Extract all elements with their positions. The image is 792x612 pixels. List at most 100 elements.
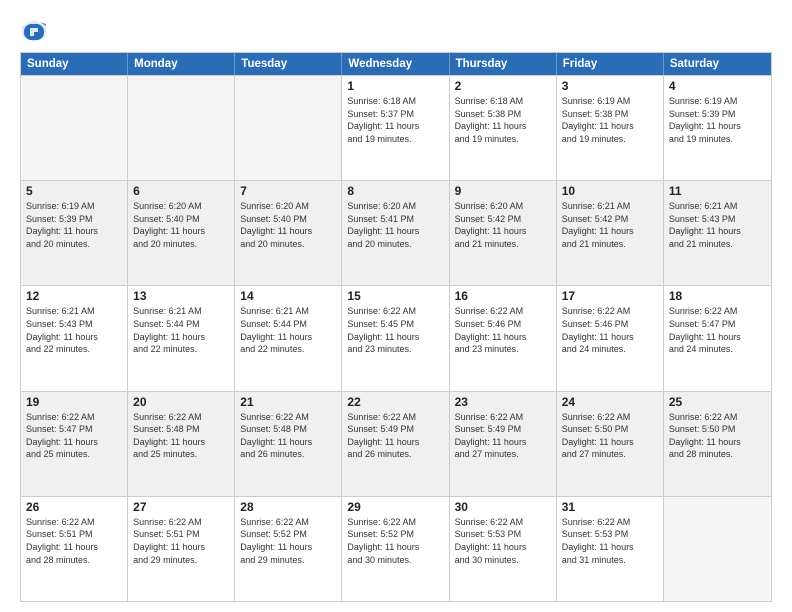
calendar-cell: 27 Sunrise: 6:22 AM Sunset: 5:51 PM Dayli…	[128, 497, 235, 601]
calendar-cell: 19 Sunrise: 6:22 AM Sunset: 5:47 PM Dayli…	[21, 392, 128, 496]
day-info: Sunrise: 6:19 AM Sunset: 5:39 PM Dayligh…	[669, 95, 766, 145]
calendar-cell	[664, 497, 771, 601]
day-number: 13	[133, 289, 229, 303]
day-info: Sunrise: 6:19 AM Sunset: 5:39 PM Dayligh…	[26, 200, 122, 250]
day-number: 30	[455, 500, 551, 514]
day-number: 8	[347, 184, 443, 198]
day-number: 10	[562, 184, 658, 198]
calendar-cell: 17 Sunrise: 6:22 AM Sunset: 5:46 PM Dayli…	[557, 286, 664, 390]
day-number: 27	[133, 500, 229, 514]
day-info: Sunrise: 6:22 AM Sunset: 5:50 PM Dayligh…	[669, 411, 766, 461]
day-number: 19	[26, 395, 122, 409]
day-info: Sunrise: 6:22 AM Sunset: 5:47 PM Dayligh…	[669, 305, 766, 355]
calendar-body: 1 Sunrise: 6:18 AM Sunset: 5:37 PM Daylig…	[21, 75, 771, 601]
calendar-cell: 22Sunrise: 6:22 AM Sunset: 5:49 PM Dayli…	[342, 392, 449, 496]
day-number: 3	[562, 79, 658, 93]
calendar-cell	[235, 76, 342, 180]
calendar-row: 5Sunrise: 6:19 AM Sunset: 5:39 PM Daylig…	[21, 180, 771, 285]
calendar-cell: 4 Sunrise: 6:19 AM Sunset: 5:39 PM Daylig…	[664, 76, 771, 180]
calendar-cell: 24 Sunrise: 6:22 AM Sunset: 5:50 PM Dayli…	[557, 392, 664, 496]
day-info: Sunrise: 6:22 AM Sunset: 5:51 PM Dayligh…	[26, 516, 122, 566]
calendar-cell: 11 Sunrise: 6:21 AM Sunset: 5:43 PM Dayli…	[664, 181, 771, 285]
day-info: Sunrise: 6:21 AM Sunset: 5:44 PM Dayligh…	[133, 305, 229, 355]
day-number: 24	[562, 395, 658, 409]
day-number: 4	[669, 79, 766, 93]
day-info: Sunrise: 6:22 AM Sunset: 5:47 PM Dayligh…	[26, 411, 122, 461]
calendar-cell: 14 Sunrise: 6:21 AM Sunset: 5:44 PM Dayli…	[235, 286, 342, 390]
day-number: 18	[669, 289, 766, 303]
calendar-cell: 10Sunrise: 6:21 AM Sunset: 5:42 PM Dayli…	[557, 181, 664, 285]
day-info: Sunrise: 6:22 AM Sunset: 5:50 PM Dayligh…	[562, 411, 658, 461]
calendar-cell: 30 Sunrise: 6:22 AM Sunset: 5:53 PM Dayli…	[450, 497, 557, 601]
logo-icon	[20, 16, 48, 44]
calendar-header-cell: Friday	[557, 53, 664, 75]
day-number: 29	[347, 500, 443, 514]
day-info: Sunrise: 6:20 AM Sunset: 5:41 PM Dayligh…	[347, 200, 443, 250]
day-info: Sunrise: 6:22 AM Sunset: 5:53 PM Dayligh…	[562, 516, 658, 566]
calendar: SundayMondayTuesdayWednesdayThursdayFrid…	[20, 52, 772, 602]
day-info: Sunrise: 6:22 AM Sunset: 5:51 PM Dayligh…	[133, 516, 229, 566]
day-info: Sunrise: 6:21 AM Sunset: 5:43 PM Dayligh…	[669, 200, 766, 250]
day-info: Sunrise: 6:22 AM Sunset: 5:53 PM Dayligh…	[455, 516, 551, 566]
day-info: Sunrise: 6:22 AM Sunset: 5:48 PM Dayligh…	[240, 411, 336, 461]
day-info: Sunrise: 6:18 AM Sunset: 5:38 PM Dayligh…	[455, 95, 551, 145]
calendar-cell: 8 Sunrise: 6:20 AM Sunset: 5:41 PM Daylig…	[342, 181, 449, 285]
day-number: 14	[240, 289, 336, 303]
calendar-row: 26 Sunrise: 6:22 AM Sunset: 5:51 PM Dayli…	[21, 496, 771, 601]
day-number: 26	[26, 500, 122, 514]
calendar-cell: 21 Sunrise: 6:22 AM Sunset: 5:48 PM Dayli…	[235, 392, 342, 496]
day-info: Sunrise: 6:22 AM Sunset: 5:49 PM Dayligh…	[455, 411, 551, 461]
calendar-cell: 26 Sunrise: 6:22 AM Sunset: 5:51 PM Dayli…	[21, 497, 128, 601]
day-number: 21	[240, 395, 336, 409]
calendar-row: 1 Sunrise: 6:18 AM Sunset: 5:37 PM Daylig…	[21, 75, 771, 180]
day-info: Sunrise: 6:22 AM Sunset: 5:46 PM Dayligh…	[455, 305, 551, 355]
calendar-cell: 13 Sunrise: 6:21 AM Sunset: 5:44 PM Dayli…	[128, 286, 235, 390]
day-number: 16	[455, 289, 551, 303]
day-number: 1	[347, 79, 443, 93]
day-number: 7	[240, 184, 336, 198]
calendar-cell: 23 Sunrise: 6:22 AM Sunset: 5:49 PM Dayli…	[450, 392, 557, 496]
calendar-cell: 7 Sunrise: 6:20 AM Sunset: 5:40 PM Daylig…	[235, 181, 342, 285]
calendar-cell: 6Sunrise: 6:20 AM Sunset: 5:40 PM Daylig…	[128, 181, 235, 285]
day-number: 23	[455, 395, 551, 409]
day-number: 11	[669, 184, 766, 198]
day-info: Sunrise: 6:21 AM Sunset: 5:44 PM Dayligh…	[240, 305, 336, 355]
calendar-header-cell: Thursday	[450, 53, 557, 75]
day-number: 12	[26, 289, 122, 303]
day-info: Sunrise: 6:18 AM Sunset: 5:37 PM Dayligh…	[347, 95, 443, 145]
calendar-header-cell: Monday	[128, 53, 235, 75]
calendar-header-row: SundayMondayTuesdayWednesdayThursdayFrid…	[21, 53, 771, 75]
calendar-cell: 31 Sunrise: 6:22 AM Sunset: 5:53 PM Dayli…	[557, 497, 664, 601]
calendar-cell: 20Sunrise: 6:22 AM Sunset: 5:48 PM Dayli…	[128, 392, 235, 496]
day-info: Sunrise: 6:22 AM Sunset: 5:46 PM Dayligh…	[562, 305, 658, 355]
day-number: 31	[562, 500, 658, 514]
day-info: Sunrise: 6:21 AM Sunset: 5:43 PM Dayligh…	[26, 305, 122, 355]
calendar-header-cell: Saturday	[664, 53, 771, 75]
calendar-cell	[21, 76, 128, 180]
calendar-header-cell: Tuesday	[235, 53, 342, 75]
day-number: 6	[133, 184, 229, 198]
day-info: Sunrise: 6:22 AM Sunset: 5:45 PM Dayligh…	[347, 305, 443, 355]
day-info: Sunrise: 6:22 AM Sunset: 5:49 PM Dayligh…	[347, 411, 443, 461]
calendar-cell: 25 Sunrise: 6:22 AM Sunset: 5:50 PM Dayli…	[664, 392, 771, 496]
calendar-cell: 12 Sunrise: 6:21 AM Sunset: 5:43 PM Dayli…	[21, 286, 128, 390]
header	[20, 16, 772, 44]
calendar-cell: 1 Sunrise: 6:18 AM Sunset: 5:37 PM Daylig…	[342, 76, 449, 180]
calendar-cell: 29Sunrise: 6:22 AM Sunset: 5:52 PM Dayli…	[342, 497, 449, 601]
calendar-cell: 15Sunrise: 6:22 AM Sunset: 5:45 PM Dayli…	[342, 286, 449, 390]
calendar-cell: 9Sunrise: 6:20 AM Sunset: 5:42 PM Daylig…	[450, 181, 557, 285]
day-info: Sunrise: 6:20 AM Sunset: 5:40 PM Dayligh…	[240, 200, 336, 250]
day-info: Sunrise: 6:19 AM Sunset: 5:38 PM Dayligh…	[562, 95, 658, 145]
calendar-cell: 5Sunrise: 6:19 AM Sunset: 5:39 PM Daylig…	[21, 181, 128, 285]
logo	[20, 16, 52, 44]
calendar-cell: 2Sunrise: 6:18 AM Sunset: 5:38 PM Daylig…	[450, 76, 557, 180]
calendar-header-cell: Sunday	[21, 53, 128, 75]
day-number: 25	[669, 395, 766, 409]
day-number: 17	[562, 289, 658, 303]
day-number: 20	[133, 395, 229, 409]
day-number: 28	[240, 500, 336, 514]
day-info: Sunrise: 6:22 AM Sunset: 5:52 PM Dayligh…	[240, 516, 336, 566]
calendar-row: 12 Sunrise: 6:21 AM Sunset: 5:43 PM Dayli…	[21, 285, 771, 390]
calendar-cell: 18 Sunrise: 6:22 AM Sunset: 5:47 PM Dayli…	[664, 286, 771, 390]
day-number: 9	[455, 184, 551, 198]
